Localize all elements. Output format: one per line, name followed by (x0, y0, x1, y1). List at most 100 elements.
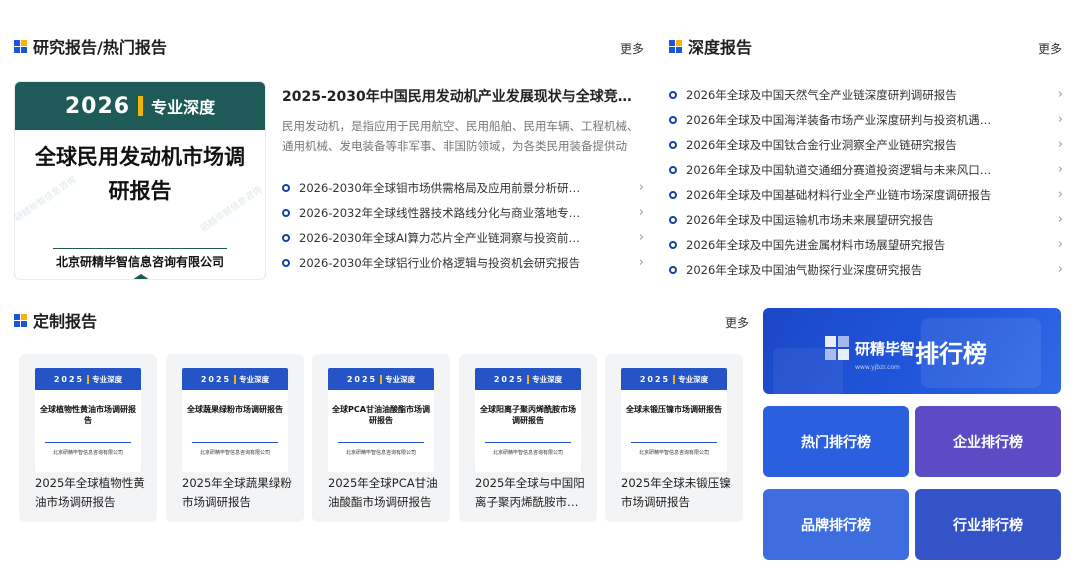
list-item-label: 2026年全球及中国运输机市场未来展望研究报告 (686, 212, 934, 227)
cover-title: 全球阳离子聚丙烯酰胺市场调研报告 (480, 405, 576, 425)
list-item[interactable]: 2026年全球及中国钛合金行业洞察全产业链研究报告 › (669, 132, 1063, 157)
section-grid-icon (14, 39, 27, 53)
cover-company: 北京研精毕智信息咨询有限公司 (52, 450, 123, 456)
list-item[interactable]: 2026年全球及中国海洋装备市场产业深度研判与投资机遇… › (669, 107, 1063, 132)
brand-ranking-button[interactable]: 品牌排行榜 (763, 489, 909, 560)
cover-header-band: 2025 专业深度 (621, 368, 727, 390)
bullet-dot-icon (669, 115, 677, 124)
research-more-link[interactable]: 更多 (620, 40, 644, 57)
brand-logo-icon (825, 336, 849, 360)
list-item-label: 2026年全球及中国基础材料行业全产业链市场深度调研报告 (686, 187, 992, 202)
research-section-header: 研究报告/热门报告 (14, 34, 167, 58)
custom-report-title: 2025年全球未锻压镍市场调研报告 (621, 476, 731, 509)
bullet-dot-icon (669, 140, 677, 149)
cover-year: 2025 (53, 374, 85, 384)
chevron-right-icon: › (638, 230, 644, 245)
list-item[interactable]: 2026年全球及中国天然气全产业链深度研判调研报告 › (669, 82, 1063, 107)
list-item[interactable]: 2026年全球及中国基础材料行业全产业链市场深度调研报告 › (669, 182, 1063, 207)
chevron-right-icon: › (1057, 112, 1063, 127)
cover-accent-bar (87, 374, 90, 384)
cover-title: 全球未锻压镍市场调研报告 (626, 405, 722, 414)
cover-tag: 专业深度 (151, 98, 216, 117)
report-cover-thumbnail: 2025 专业深度 全球PCA甘油油酸酯市场调研报告 北京研精毕智信息咨询有限公司 (328, 368, 434, 472)
cover-divider (631, 442, 717, 443)
cover-triangle (129, 274, 153, 279)
cover-tag: 专业深度 (385, 374, 416, 384)
research-section-title: 研究报告/热门报告 (33, 38, 167, 57)
bullet-dot-icon (669, 265, 677, 274)
bullet-dot-icon (282, 183, 290, 192)
chevron-right-icon: › (1057, 187, 1063, 202)
chevron-right-icon: › (638, 255, 644, 270)
list-item-label: 2026年全球及中国海洋装备市场产业深度研判与投资机遇… (686, 112, 992, 127)
list-item-label: 2026年全球及中国油气勘探行业深度研究报告 (686, 262, 923, 277)
feature-report-title[interactable]: 2025-2030年中国民用发动机产业发展现状与全球竞… (282, 86, 642, 106)
chevron-right-icon: › (1057, 212, 1063, 227)
custom-report-title: 2025年全球蔬果绿粉市场调研报告 (182, 476, 292, 509)
list-item[interactable]: 2026年全球及中国油气勘探行业深度研究报告 › (669, 257, 1063, 282)
custom-report-card[interactable]: 2025 专业深度 全球阳离子聚丙烯酰胺市场调研报告 北京研精毕智信息咨询有限公司… (459, 354, 597, 522)
cover-header-band: 2025 专业深度 (182, 368, 288, 390)
brand-logo: 研精毕智 (825, 336, 915, 360)
list-item-label: 2026-2032年全球线性器技术路线分化与商业落地专… (299, 205, 581, 220)
rankings-banner[interactable]: 研精毕智 www.yjbzr.com 排行榜 (763, 308, 1061, 394)
feature-report-cover[interactable]: 研精毕智信息咨询 研精毕智信息咨询 2026 专业深度 全球民用发动机市场调研报… (14, 81, 266, 280)
ranking-button-label: 行业排行榜 (953, 517, 1023, 534)
list-item[interactable]: 2026-2030年全球AI算力芯片全产业链洞察与投资前… › (282, 225, 644, 250)
cover-accent-bar (380, 374, 383, 384)
cover-divider (45, 442, 131, 443)
company-ranking-button[interactable]: 企业排行榜 (915, 406, 1061, 477)
list-item[interactable]: 2026年全球及中国运输机市场未来展望研究报告 › (669, 207, 1063, 232)
cover-header-band: 2025 专业深度 (328, 368, 434, 390)
chevron-right-icon: › (638, 205, 644, 220)
bullet-dot-icon (669, 190, 677, 199)
chevron-right-icon: › (1057, 262, 1063, 277)
research-list: 2026-2030年全球钼市场供需格局及应用前景分析研… › 2026-2032… (282, 175, 644, 275)
custom-report-card[interactable]: 2025 专业深度 全球PCA甘油油酸酯市场调研报告 北京研精毕智信息咨询有限公司… (312, 354, 450, 522)
custom-section-header: 定制报告 (14, 308, 97, 332)
cover-accent-bar (234, 374, 237, 384)
bullet-dot-icon (669, 215, 677, 224)
cover-title: 全球PCA甘油油酸酯市场调研报告 (332, 405, 430, 425)
depth-section-header: 深度报告 (669, 34, 752, 58)
cover-accent-bar (673, 374, 676, 384)
section-grid-icon (14, 313, 27, 327)
custom-section-title: 定制报告 (33, 312, 98, 331)
cover-title: 全球蔬果绿粉市场调研报告 (187, 405, 283, 414)
report-cover-thumbnail: 2025 专业深度 全球阳离子聚丙烯酰胺市场调研报告 北京研精毕智信息咨询有限公司 (475, 368, 581, 472)
cover-header-band: 2025 专业深度 (35, 368, 141, 390)
list-item[interactable]: 2026-2030年全球铝行业价格逻辑与投资机会研究报告 › (282, 250, 644, 275)
custom-report-title: 2025年全球植物性黄油市场调研报告 (35, 476, 145, 509)
list-item-label: 2026年全球及中国轨道交通细分赛道投资逻辑与未来风口… (686, 162, 992, 177)
cover-company: 北京研精毕智信息咨询有限公司 (638, 450, 709, 456)
list-item-label: 2026年全球及中国先进金属材料市场展望研究报告 (686, 237, 946, 252)
cover-divider (53, 248, 227, 249)
list-item[interactable]: 2026-2032年全球线性器技术路线分化与商业落地专… › (282, 200, 644, 225)
list-item[interactable]: 2026年全球及中国先进金属材料市场展望研究报告 › (669, 232, 1063, 257)
list-item-label: 2026-2030年全球铝行业价格逻辑与投资机会研究报告 (299, 255, 581, 270)
brand-logo-text: 研精毕智 (855, 339, 916, 358)
cover-company: 北京研精毕智信息咨询有限公司 (345, 450, 416, 456)
bullet-dot-icon (282, 233, 290, 242)
list-item[interactable]: 2026年全球及中国轨道交通细分赛道投资逻辑与未来风口… › (669, 157, 1063, 182)
list-item[interactable]: 2026-2030年全球钼市场供需格局及应用前景分析研… › (282, 175, 644, 200)
cover-tag: 专业深度 (678, 374, 709, 384)
bullet-dot-icon (282, 258, 290, 267)
custom-report-card[interactable]: 2025 专业深度 全球植物性黄油市场调研报告 北京研精毕智信息咨询有限公司 20… (19, 354, 157, 522)
report-cover-thumbnail: 2025 专业深度 全球蔬果绿粉市场调研报告 北京研精毕智信息咨询有限公司 (182, 368, 288, 472)
bullet-dot-icon (669, 90, 677, 99)
depth-more-link[interactable]: 更多 (1038, 40, 1062, 57)
report-cover-thumbnail: 2025 专业深度 全球未锻压镍市场调研报告 北京研精毕智信息咨询有限公司 (621, 368, 727, 472)
hot-ranking-button[interactable]: 热门排行榜 (763, 406, 909, 477)
custom-more-link[interactable]: 更多 (725, 314, 749, 331)
list-item-label: 2026年全球及中国钛合金行业洞察全产业链研究报告 (686, 137, 957, 152)
custom-report-card[interactable]: 2025 专业深度 全球未锻压镍市场调研报告 北京研精毕智信息咨询有限公司 202… (605, 354, 743, 522)
cover-company: 北京研精毕智信息咨询有限公司 (55, 255, 224, 269)
cover-divider (192, 442, 278, 443)
depth-list: 2026年全球及中国天然气全产业链深度研判调研报告 › 2026年全球及中国海洋装… (669, 82, 1063, 282)
industry-ranking-button[interactable]: 行业排行榜 (915, 489, 1061, 560)
custom-report-card[interactable]: 2025 专业深度 全球蔬果绿粉市场调研报告 北京研精毕智信息咨询有限公司 202… (166, 354, 304, 522)
list-item-label: 2026-2030年全球钼市场供需格局及应用前景分析研… (299, 180, 581, 195)
cover-divider (338, 442, 424, 443)
ranking-button-label: 企业排行榜 (953, 434, 1023, 451)
